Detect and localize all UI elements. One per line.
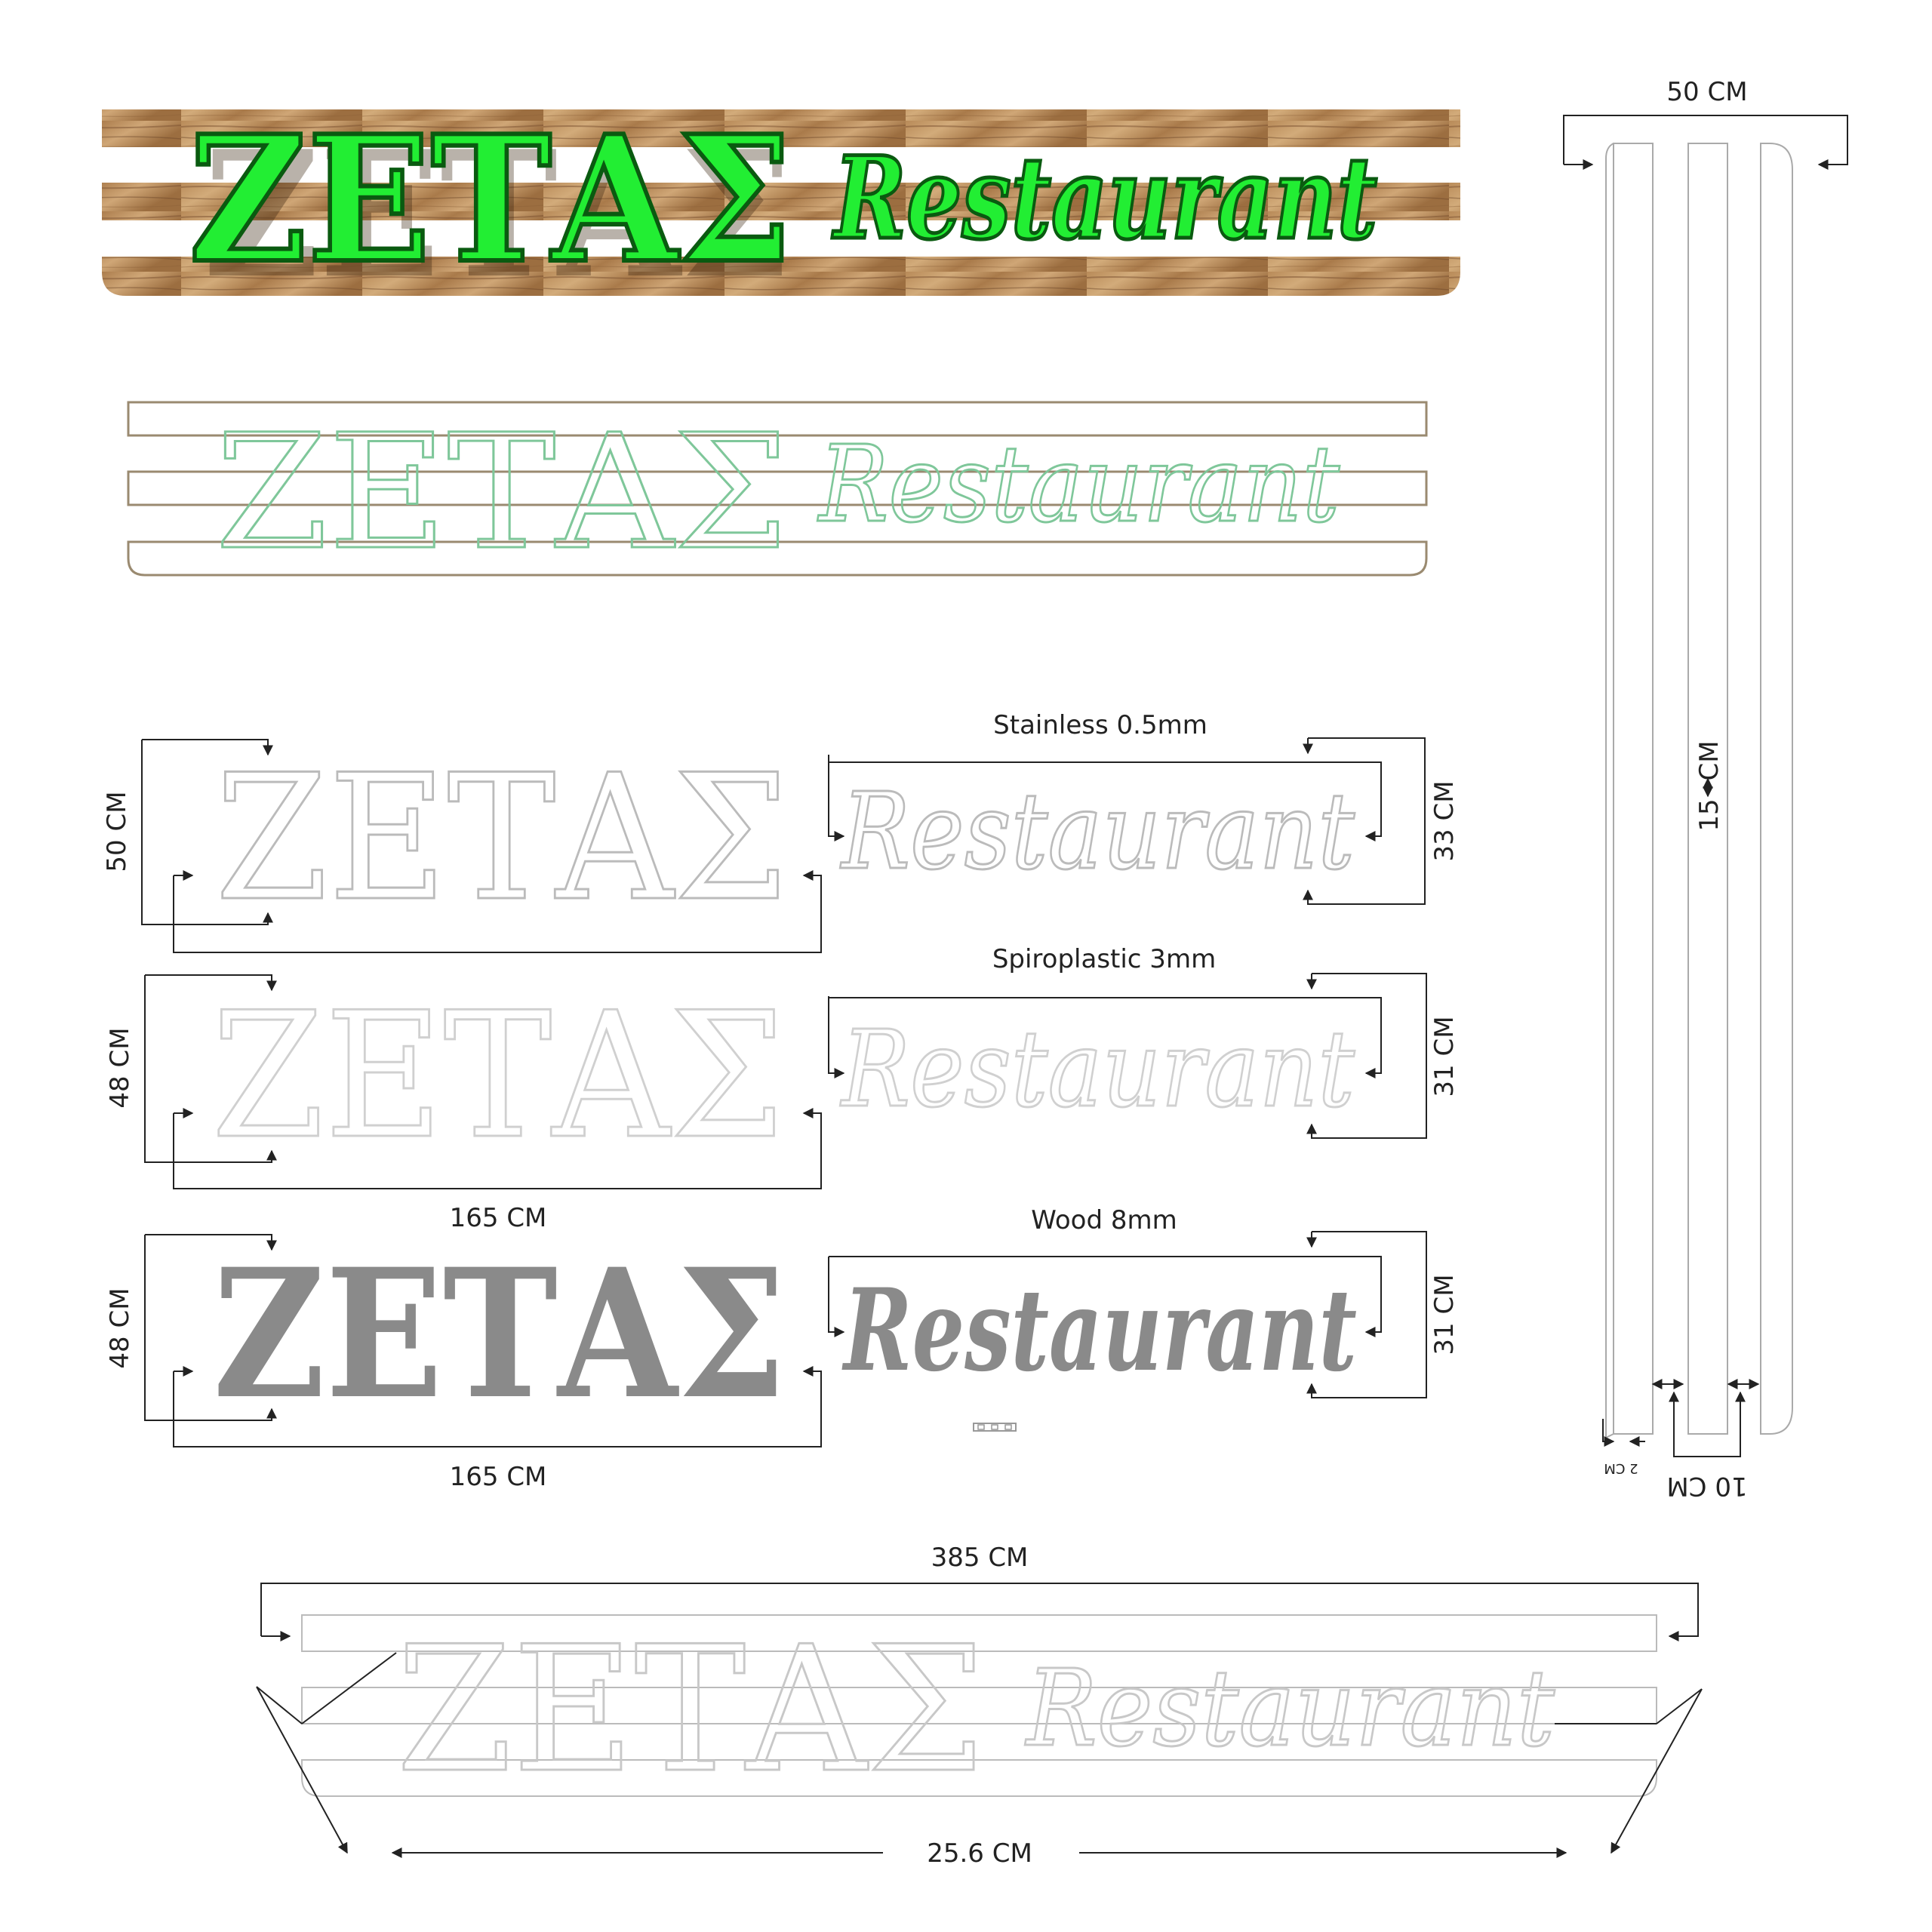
spiro-word-restaurant: Restaurant — [839, 1008, 1355, 1131]
wood-word-zetas: ΖΕΤΑΣ — [213, 1230, 786, 1438]
outline-word-restaurant: Restaurant — [817, 423, 1340, 546]
gap-large-label: 10 CM — [1666, 1471, 1747, 1501]
material-label-stainless: Stainless 0.5mm — [993, 710, 1208, 740]
row-spiroplastic: Spiroplastic 3mm ΖΕΤΑΣ Restaurant 48 CM … — [105, 944, 1460, 1233]
profile-slat-3 — [1760, 143, 1793, 1435]
profile-slat-1 — [1605, 143, 1654, 1439]
material-label-spiroplastic: Spiroplastic 3mm — [992, 944, 1216, 974]
rendered-sign: ΖΕΤΑΣ ΖΕΤΑΣ Restaurant — [102, 96, 1460, 317]
side-profile: 50 CM 15 CM 2 CM 10 CM — [1563, 77, 1848, 1501]
row-wood: Wood 8mm ΖΕΤΑΣ Restaurant 48 CM 31 CM 16… — [105, 1205, 1460, 1492]
sign-word-restaurant-green: Restaurant — [832, 132, 1377, 265]
persp-word-restaurant: Restaurant — [1024, 1647, 1555, 1770]
stainless-word-zetas: ΖΕΤΑΣ — [215, 738, 789, 940]
wood-word-restaurant: Restaurant — [841, 1264, 1357, 1397]
width-label-2: 165 CM — [450, 1462, 547, 1492]
row-stainless: Stainless 0.5mm ΖΕΤΑΣ Restaurant 50 CM 3… — [102, 710, 1460, 953]
bottom-perspective: 385 CM ΖΕΤΑΣ Restaurant 25.6 CM — [256, 1543, 1703, 1869]
height-label-2: 48 CM — [105, 1027, 135, 1108]
outline-word-zetas: ΖΕΤΑΣ — [215, 400, 789, 585]
mount-bracket-icon — [973, 1423, 1017, 1432]
right-height-label-3: 31 CM — [1429, 1274, 1460, 1355]
gap-small-label: 2 CM — [1604, 1460, 1638, 1476]
sign-technical-drawing: ΖΕΤΑΣ ΖΕΤΑΣ Restaurant ΖΕΤΑΣ Restaurant … — [102, 77, 1848, 1869]
height-label-3: 48 CM — [105, 1287, 135, 1368]
right-height-label-2: 31 CM — [1429, 1016, 1460, 1097]
stainless-word-restaurant: Restaurant — [839, 771, 1355, 894]
material-label-wood: Wood 8mm — [1031, 1205, 1177, 1235]
right-height-label-1: 33 CM — [1429, 780, 1460, 861]
persp-word-zetas: ΖΕΤΑΣ — [396, 1610, 985, 1811]
outline-sign: ΖΕΤΑΣ Restaurant — [127, 399, 1428, 586]
inner-width-label: 25.6 CM — [927, 1838, 1032, 1869]
width-label-1: 165 CM — [450, 1203, 547, 1233]
slat-height-number: 15 — [1694, 798, 1724, 831]
panel-width-label: 50 CM — [1666, 77, 1747, 107]
height-label-1: 50 CM — [102, 791, 132, 872]
slat-height-unit: CM — [1694, 740, 1724, 780]
sign-word-zetas-green: ΖΕΤΑΣ — [189, 98, 792, 302]
spiro-word-zetas: ΖΕΤΑΣ — [211, 976, 785, 1177]
total-width-label: 385 CM — [931, 1543, 1029, 1573]
